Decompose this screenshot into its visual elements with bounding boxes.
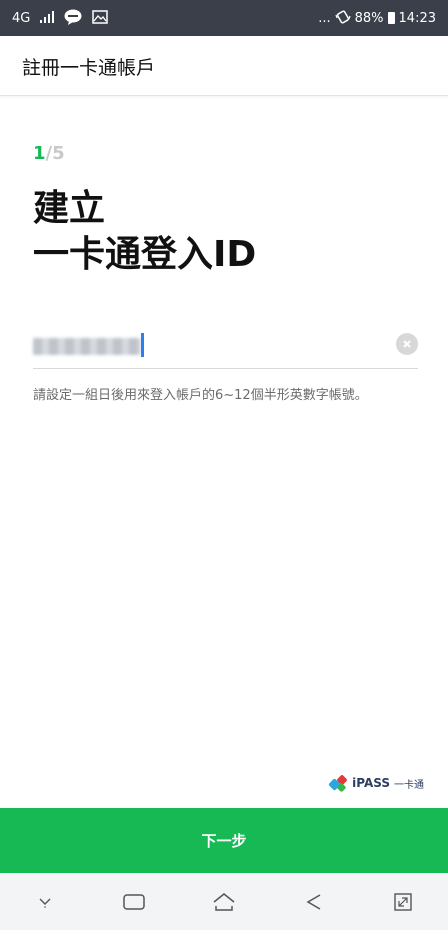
- image-icon: [92, 9, 109, 27]
- signal-bars-icon: [40, 10, 55, 26]
- obscured-id-text: [33, 338, 141, 355]
- battery-percent: 88%: [354, 10, 384, 26]
- recent-apps-icon[interactable]: [114, 882, 154, 922]
- heading-line-1: 建立: [33, 188, 106, 229]
- id-input-row: [33, 327, 418, 369]
- clock: 14:23: [398, 10, 436, 26]
- heading-line-2: 一卡通登入ID: [33, 234, 257, 275]
- step-current: 1: [33, 143, 46, 164]
- more-notifications: ...: [318, 10, 331, 26]
- clear-input-button[interactable]: [396, 333, 418, 355]
- text-cursor: [141, 333, 144, 357]
- vibrate-icon: [335, 9, 351, 28]
- app-header: 註冊一卡通帳戶: [0, 36, 448, 96]
- ipass-logo: iPASS 一卡通: [328, 774, 424, 793]
- logo-text: iPASS: [352, 776, 390, 790]
- system-navigation-bar: [0, 873, 448, 930]
- step-indicator: 1/5: [33, 143, 65, 164]
- heading: 建立 一卡通登入ID: [33, 186, 256, 278]
- nav-keyboard-hide-icon[interactable]: [25, 882, 65, 922]
- step-total: /5: [45, 143, 65, 164]
- line-chat-icon: [64, 9, 82, 28]
- status-bar: 4G ... 88% 14:23: [0, 0, 448, 36]
- next-step-button[interactable]: 下一步: [0, 808, 448, 873]
- expand-icon[interactable]: [383, 882, 423, 922]
- home-icon[interactable]: [204, 882, 244, 922]
- close-icon: [403, 340, 411, 348]
- id-hint-text: 請設定一組日後用來登入帳戶的6~12個半形英數字帳號。: [33, 388, 368, 403]
- back-icon[interactable]: [294, 882, 334, 922]
- logo-subtext: 一卡通: [394, 779, 424, 791]
- network-type: 4G: [12, 10, 31, 26]
- battery-icon: [387, 12, 395, 24]
- page-title: 註冊一卡通帳戶: [22, 57, 156, 79]
- ipass-mark-icon: [328, 774, 348, 793]
